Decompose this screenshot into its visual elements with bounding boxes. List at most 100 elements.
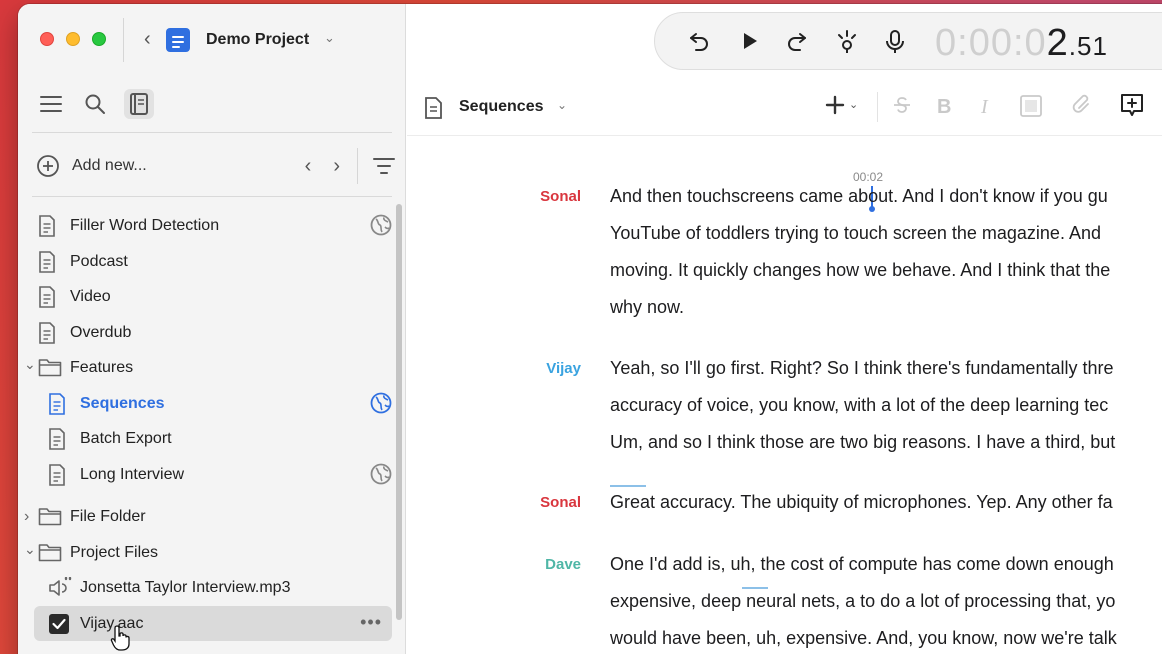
more-options-icon[interactable]: ••• bbox=[360, 612, 382, 633]
sidebar-scrollbar[interactable] bbox=[396, 204, 402, 620]
format-divider bbox=[877, 92, 878, 122]
speaker-label[interactable]: Vijay bbox=[407, 360, 581, 377]
italic-icon[interactable]: I bbox=[981, 96, 988, 119]
document-icon bbox=[48, 428, 66, 455]
back-chevron-icon[interactable]: ‹ bbox=[144, 28, 151, 51]
insert-plus-icon[interactable] bbox=[824, 94, 846, 116]
timer-seconds: 2 bbox=[1046, 22, 1069, 64]
project-menu-chevron-icon[interactable]: ⌄ bbox=[324, 30, 335, 46]
transcript-line[interactable]: would have been, uh, expensive. And, you… bbox=[610, 620, 1162, 654]
app-window: ‹ Demo Project ⌄ Add new... ‹ › Filler W… bbox=[18, 4, 1162, 654]
search-button[interactable] bbox=[80, 89, 110, 119]
project-document-icon bbox=[166, 28, 190, 52]
link-icon[interactable] bbox=[1069, 94, 1093, 118]
minimize-window-button[interactable] bbox=[66, 32, 80, 46]
transcript-text[interactable]: Great accuracy. The ubiquity of micropho… bbox=[610, 484, 1162, 521]
published-globe-icon[interactable] bbox=[370, 392, 392, 419]
loop-playback-icon[interactable] bbox=[835, 29, 859, 55]
microphone-icon[interactable] bbox=[883, 29, 907, 55]
transcript-text[interactable]: Yeah, so I'll go first. Right? So I thin… bbox=[610, 350, 1162, 461]
transcript-line[interactable]: YouTube of toddlers trying to touch scre… bbox=[610, 215, 1162, 252]
tree-item-label: Project Files bbox=[70, 543, 159, 561]
tree-item-label: Filler Word Detection bbox=[70, 217, 220, 234]
transcript-text[interactable]: One I'd add is, uh, the cost of compute … bbox=[610, 546, 1162, 654]
transcript-line[interactable]: expensive, deep neural nets, a to do a l… bbox=[610, 583, 1162, 620]
skip-forward-icon[interactable] bbox=[785, 29, 809, 53]
add-comment-icon[interactable] bbox=[1119, 92, 1145, 118]
tree-item[interactable]: Overdub bbox=[18, 315, 394, 351]
document-header: Sequences ⌄ ⌄ B I bbox=[407, 76, 1162, 136]
close-window-button[interactable] bbox=[40, 32, 54, 46]
strikethrough-icon[interactable] bbox=[891, 94, 913, 116]
tree-item[interactable]: Jonsetta Taylor Interview.mp3 bbox=[18, 570, 394, 606]
document-icon bbox=[38, 321, 56, 349]
tree-item[interactable]: Vijay.aac ••• bbox=[34, 605, 392, 641]
menu-button[interactable] bbox=[36, 89, 66, 119]
speaker-label[interactable]: Dave bbox=[407, 556, 581, 573]
folder-icon bbox=[38, 542, 62, 567]
library-button[interactable] bbox=[124, 89, 154, 119]
zoom-window-button[interactable] bbox=[92, 32, 106, 46]
add-circle-icon[interactable] bbox=[36, 154, 60, 178]
tree-item[interactable]: Podcast bbox=[18, 244, 394, 280]
document-title[interactable]: Sequences bbox=[459, 98, 543, 116]
speaker-label[interactable]: Sonal bbox=[407, 188, 581, 205]
tree-item[interactable]: Long Interview bbox=[18, 457, 394, 493]
sidebar-divider bbox=[32, 196, 392, 197]
tree-item-label: Overdub bbox=[70, 323, 132, 341]
transcript-line[interactable]: moving. It quickly changes how we behave… bbox=[610, 252, 1162, 289]
transcript-line[interactable]: Um, and so I think those are two big rea… bbox=[610, 424, 1162, 461]
collapse-chevron-icon[interactable]: ⌄ bbox=[24, 541, 36, 558]
tree-folder[interactable]: ⌄ Features bbox=[18, 350, 394, 386]
transcript-line[interactable]: Great accuracy. The ubiquity of micropho… bbox=[610, 484, 1162, 521]
transcript-line[interactable]: accuracy of voice, you know, with a lot … bbox=[610, 387, 1162, 424]
highlight-box-icon[interactable] bbox=[1019, 94, 1043, 118]
bold-icon[interactable]: B bbox=[937, 96, 951, 119]
add-row-divider bbox=[357, 148, 358, 184]
tree-item-label: File Folder bbox=[70, 508, 146, 525]
tree-item[interactable]: Sequences bbox=[18, 386, 394, 422]
hamburger-icon bbox=[40, 96, 62, 112]
tree-item[interactable]: Filler Word Detection bbox=[18, 208, 394, 244]
document-menu-chevron-icon[interactable]: ⌄ bbox=[557, 98, 567, 112]
tree-item-label: Podcast bbox=[70, 252, 128, 270]
expand-chevron-icon[interactable]: › bbox=[24, 508, 29, 526]
play-icon[interactable] bbox=[737, 29, 761, 53]
tree-folder[interactable]: › File Folder bbox=[18, 499, 394, 535]
transcript-text[interactable]: And then touchscreens came about. And I … bbox=[610, 178, 1162, 326]
transcript-line[interactable]: And then touchscreens came about. And I … bbox=[610, 178, 1162, 215]
tree-item[interactable]: Video bbox=[18, 279, 394, 315]
folder-icon bbox=[38, 357, 62, 382]
transcript-line[interactable]: why now. bbox=[610, 289, 1162, 326]
checkbox-checked-icon[interactable] bbox=[48, 613, 70, 640]
filter-icon[interactable] bbox=[372, 156, 396, 176]
document-icon bbox=[48, 463, 66, 491]
insert-chevron-icon[interactable]: ⌄ bbox=[849, 98, 858, 111]
tree-folder[interactable]: ⌄ Project Files bbox=[18, 535, 394, 571]
collapse-chevron-icon[interactable]: ⌄ bbox=[24, 356, 36, 373]
transcript-line[interactable]: One I'd add is, uh, the cost of compute … bbox=[610, 546, 1162, 583]
published-globe-icon[interactable] bbox=[370, 463, 392, 490]
document-icon bbox=[48, 392, 66, 420]
timer-fraction: .51 bbox=[1068, 31, 1108, 61]
skip-back-icon[interactable] bbox=[687, 29, 711, 53]
playback-timer: 0:00:02.51 bbox=[935, 22, 1108, 65]
published-globe-icon[interactable] bbox=[370, 214, 392, 241]
document-icon bbox=[425, 97, 442, 119]
add-new-button[interactable]: Add new... bbox=[72, 157, 147, 175]
document-icon bbox=[38, 215, 56, 242]
tree-item-label: Video bbox=[70, 288, 111, 305]
history-forward-icon[interactable]: › bbox=[333, 155, 340, 178]
tree-item-label: Batch Export bbox=[80, 430, 172, 447]
speaker-label[interactable]: Sonal bbox=[407, 494, 581, 511]
tree-item[interactable]: Batch Export bbox=[18, 421, 394, 457]
project-title[interactable]: Demo Project bbox=[206, 31, 309, 49]
hand-cursor-icon bbox=[110, 625, 130, 651]
sidebar-divider bbox=[32, 132, 392, 133]
transcript-line[interactable]: Yeah, so I'll go first. Right? So I thin… bbox=[610, 350, 1162, 387]
document-icon bbox=[38, 250, 56, 278]
history-back-icon[interactable]: ‹ bbox=[305, 155, 312, 178]
sidebar: ‹ Demo Project ⌄ Add new... ‹ › Filler W… bbox=[18, 4, 406, 654]
document-icon bbox=[38, 286, 56, 313]
filler-word-underline bbox=[610, 485, 646, 487]
